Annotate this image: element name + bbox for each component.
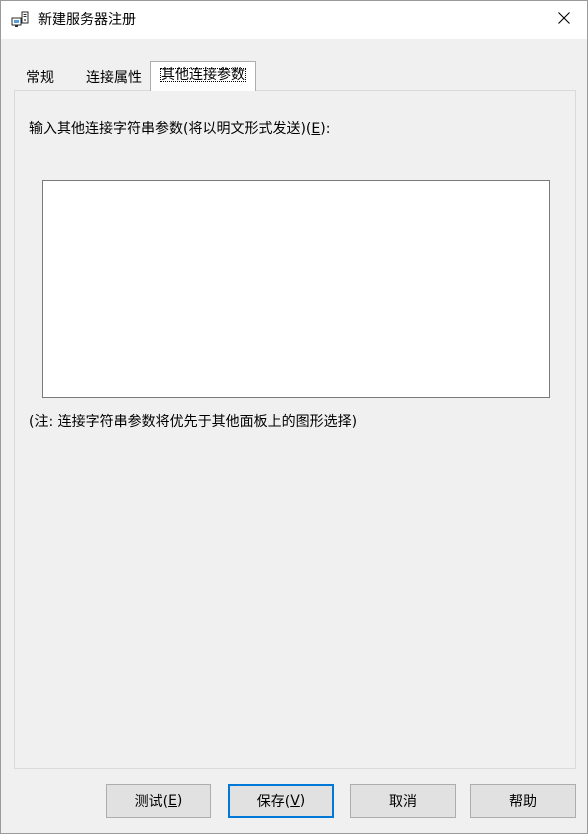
tab-strip: 常规 连接属性 其他连接参数 — [14, 61, 574, 91]
save-button[interactable]: 保存(V) — [228, 784, 334, 818]
server-registration-icon — [11, 11, 31, 29]
tab-label: 连接属性 — [86, 70, 142, 86]
test-button[interactable]: 测试(E) — [106, 784, 211, 818]
tab-label: 常规 — [26, 70, 54, 86]
close-icon — [558, 12, 570, 28]
window-title: 新建服务器注册 — [38, 12, 136, 28]
connection-string-input[interactable] — [42, 180, 550, 398]
tab-label: 其他连接参数 — [160, 67, 246, 83]
dialog-window: 新建服务器注册 常规 连接属性 其他连接参数 输入其他连接字符串参数(将以明文形… — [0, 0, 588, 834]
connection-string-prompt: 输入其他连接字符串参数(将以明文形式发送)(E): — [29, 121, 331, 137]
tab-general[interactable]: 常规 — [14, 65, 66, 92]
tab-connection-properties[interactable]: 连接属性 — [74, 65, 154, 92]
cancel-button[interactable]: 取消 — [350, 784, 456, 818]
connection-string-note: (注: 连接字符串参数将优先于其他面板上的图形选择) — [29, 414, 358, 430]
close-button[interactable] — [541, 1, 587, 39]
tab-additional-connection-parameters[interactable]: 其他连接参数 — [150, 61, 256, 91]
title-bar: 新建服务器注册 — [1, 1, 587, 39]
help-button[interactable]: 帮助 — [470, 784, 576, 818]
